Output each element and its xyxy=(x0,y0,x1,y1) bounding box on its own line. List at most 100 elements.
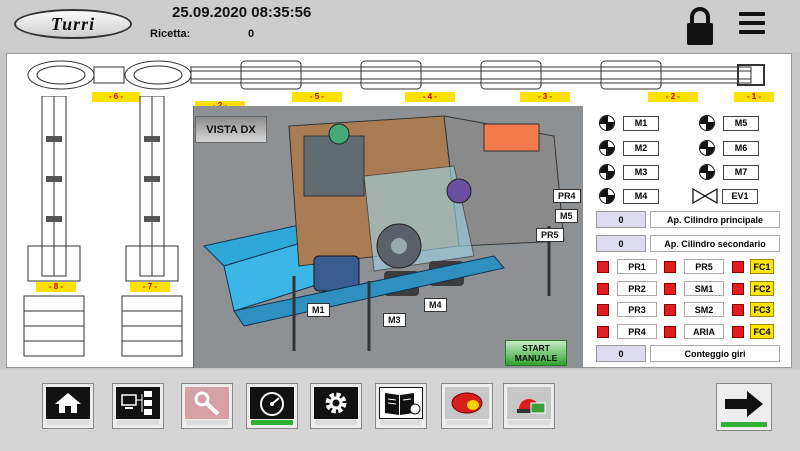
machine-label-m5: M5 xyxy=(555,209,578,223)
gauge-icon xyxy=(250,387,294,419)
motor-m6[interactable]: M6 xyxy=(699,140,759,156)
status-light xyxy=(664,303,676,316)
conveyor-overview-drawing xyxy=(27,60,765,90)
nav-gauge-button[interactable] xyxy=(246,383,298,429)
indicator-label: PR5 xyxy=(684,259,724,274)
motor-status-icon xyxy=(599,164,615,180)
motor-status-icon xyxy=(699,164,715,180)
valve-icon xyxy=(692,188,718,204)
network-icon xyxy=(116,387,160,419)
secondary-cylinder-value[interactable]: 0 xyxy=(596,235,646,252)
start-line1: START xyxy=(522,343,550,353)
motor-name: M2 xyxy=(623,140,659,156)
zone-tag-7: - 7 - xyxy=(130,282,170,292)
indicator-label: FC1 xyxy=(750,259,774,274)
status-light xyxy=(597,260,609,273)
status-light xyxy=(732,260,744,273)
start-manual-button[interactable]: START MANUALE xyxy=(505,340,567,366)
motor-name: M1 xyxy=(623,115,659,131)
indicator-label: SM2 xyxy=(684,302,724,317)
machine-illustration xyxy=(203,115,565,351)
arrow-right-icon xyxy=(725,391,763,417)
motor-status-icon xyxy=(599,188,615,204)
indicator-aria: ARIA xyxy=(664,324,724,339)
machine-label-pr5: PR5 xyxy=(536,228,564,242)
nav-emergency-button[interactable] xyxy=(441,383,493,429)
status-light xyxy=(664,260,676,273)
indicator-sm2: SM2 xyxy=(664,302,724,317)
indicator-pr2: PR2 xyxy=(597,281,657,296)
motor-m3[interactable]: M3 xyxy=(599,164,659,180)
status-light xyxy=(664,325,676,338)
zone-tag-1: - 1 - xyxy=(734,92,774,102)
indicator-label: PR4 xyxy=(617,324,657,339)
recipe-book-icon xyxy=(379,387,423,419)
zone-tag-5: - 5 - xyxy=(292,92,342,102)
nav-recipe-button[interactable] xyxy=(375,383,427,429)
nav-alarm-button[interactable] xyxy=(503,383,555,429)
indicator-pr1: PR1 xyxy=(597,259,657,274)
motor-status-icon xyxy=(699,115,715,131)
status-light xyxy=(664,282,676,295)
indicator-label: PR3 xyxy=(617,302,657,317)
motor-name: M3 xyxy=(623,164,659,180)
machine-view xyxy=(193,106,583,368)
rev-counter-value: 0 xyxy=(596,345,646,362)
status-light xyxy=(732,325,744,338)
indicator-fc4: FC4 xyxy=(732,324,774,339)
zone-tag-2: - 2 - xyxy=(648,92,698,102)
motor-name: M4 xyxy=(623,188,659,204)
hamburger-menu-icon[interactable] xyxy=(739,12,765,36)
logo-text: Turri xyxy=(50,13,96,34)
main-cylinder-label: Ap. Cilindro principale xyxy=(650,211,780,228)
motor-status-icon xyxy=(599,140,615,156)
start-line2: MANUALE xyxy=(514,353,558,363)
motor-m4[interactable]: M4 xyxy=(599,188,659,204)
indicator-fc1: FC1 xyxy=(732,259,774,274)
motor-status-icon xyxy=(699,140,715,156)
turri-logo: Turri xyxy=(14,9,132,39)
indicator-label: FC2 xyxy=(750,281,774,296)
indicator-fc3: FC3 xyxy=(732,302,774,317)
lock-icon[interactable] xyxy=(686,6,714,46)
gear-icon xyxy=(314,387,358,419)
home-icon xyxy=(46,387,90,419)
conveyor-tower-left xyxy=(23,96,85,357)
indicator-sm1: SM1 xyxy=(664,281,724,296)
rev-counter-label: Conteggio giri xyxy=(650,345,780,362)
motor-m7[interactable]: M7 xyxy=(699,164,759,180)
datetime: 25.09.2020 08:35:56 xyxy=(172,4,312,21)
secondary-cylinder-label: Ap. Cilindro secondario xyxy=(650,235,780,252)
valve-name: EV1 xyxy=(722,188,758,204)
indicator-label: ARIA xyxy=(684,324,724,339)
motor-name: M6 xyxy=(723,140,759,156)
nav-next-button[interactable] xyxy=(716,383,772,431)
machine-label-m1: M1 xyxy=(307,303,330,317)
view-side-button[interactable]: VISTA DX xyxy=(195,116,267,143)
motor-name: M7 xyxy=(723,164,759,180)
zone-tag-8: - 8 - xyxy=(36,282,76,292)
nav-tools-button[interactable] xyxy=(181,383,233,429)
motor-m2[interactable]: M2 xyxy=(599,140,659,156)
machine-label-m3: M3 xyxy=(383,313,406,327)
nav-network-button[interactable] xyxy=(112,383,164,429)
motor-status-icon xyxy=(599,115,615,131)
nav-settings-button[interactable] xyxy=(310,383,362,429)
status-light xyxy=(732,303,744,316)
status-light xyxy=(732,282,744,295)
conveyor-tower-right xyxy=(121,96,183,357)
motor-m1[interactable]: M1 xyxy=(599,115,659,131)
machine-label-m4: M4 xyxy=(424,298,447,312)
nav-home-button[interactable] xyxy=(42,383,94,429)
valve-ev1[interactable]: EV1 xyxy=(692,188,758,204)
main-cylinder-value[interactable]: 0 xyxy=(596,211,646,228)
indicator-label: FC3 xyxy=(750,302,774,317)
indicator-pr3: PR3 xyxy=(597,302,657,317)
header: Turri 25.09.2020 08:35:56 Ricetta: 0 xyxy=(0,0,800,52)
indicator-fc2: FC2 xyxy=(732,281,774,296)
indicator-pr4: PR4 xyxy=(597,324,657,339)
indicator-label: SM1 xyxy=(684,281,724,296)
alarm-icon xyxy=(507,387,551,419)
motor-m5[interactable]: M5 xyxy=(699,115,759,131)
machine-label-pr4: PR4 xyxy=(553,189,581,203)
